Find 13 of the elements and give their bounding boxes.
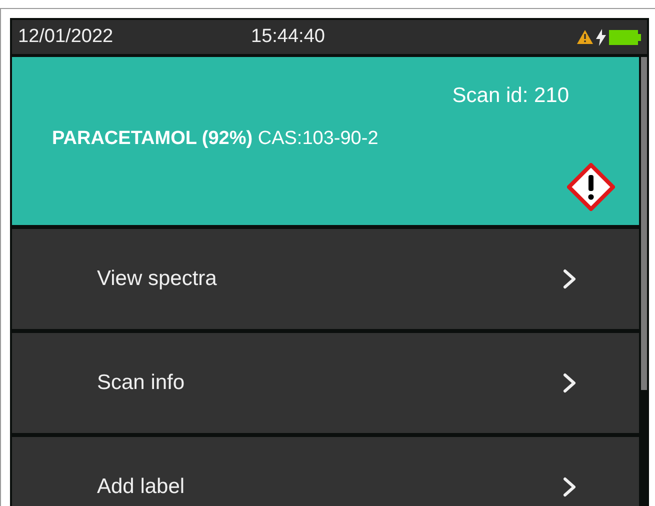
- menu-item[interactable]: Add label: [12, 437, 640, 506]
- substance-text: PARACETAMOL (92%) CAS:103-90-2: [52, 127, 378, 151]
- chevron-right-icon: [563, 477, 578, 497]
- battery-icon: [609, 30, 641, 44]
- chevron-right-icon: [563, 269, 578, 289]
- menu-item[interactable]: View spectra: [12, 229, 640, 329]
- lightning-icon: [596, 28, 606, 46]
- scan-id-text: Scan id: 210: [452, 83, 570, 109]
- warning-icon: [577, 30, 593, 44]
- chevron-right-icon: [563, 373, 578, 393]
- menu-item[interactable]: Scan info: [12, 333, 640, 433]
- time-text: 15:44:40: [251, 24, 326, 49]
- hazard-icon: [567, 163, 616, 211]
